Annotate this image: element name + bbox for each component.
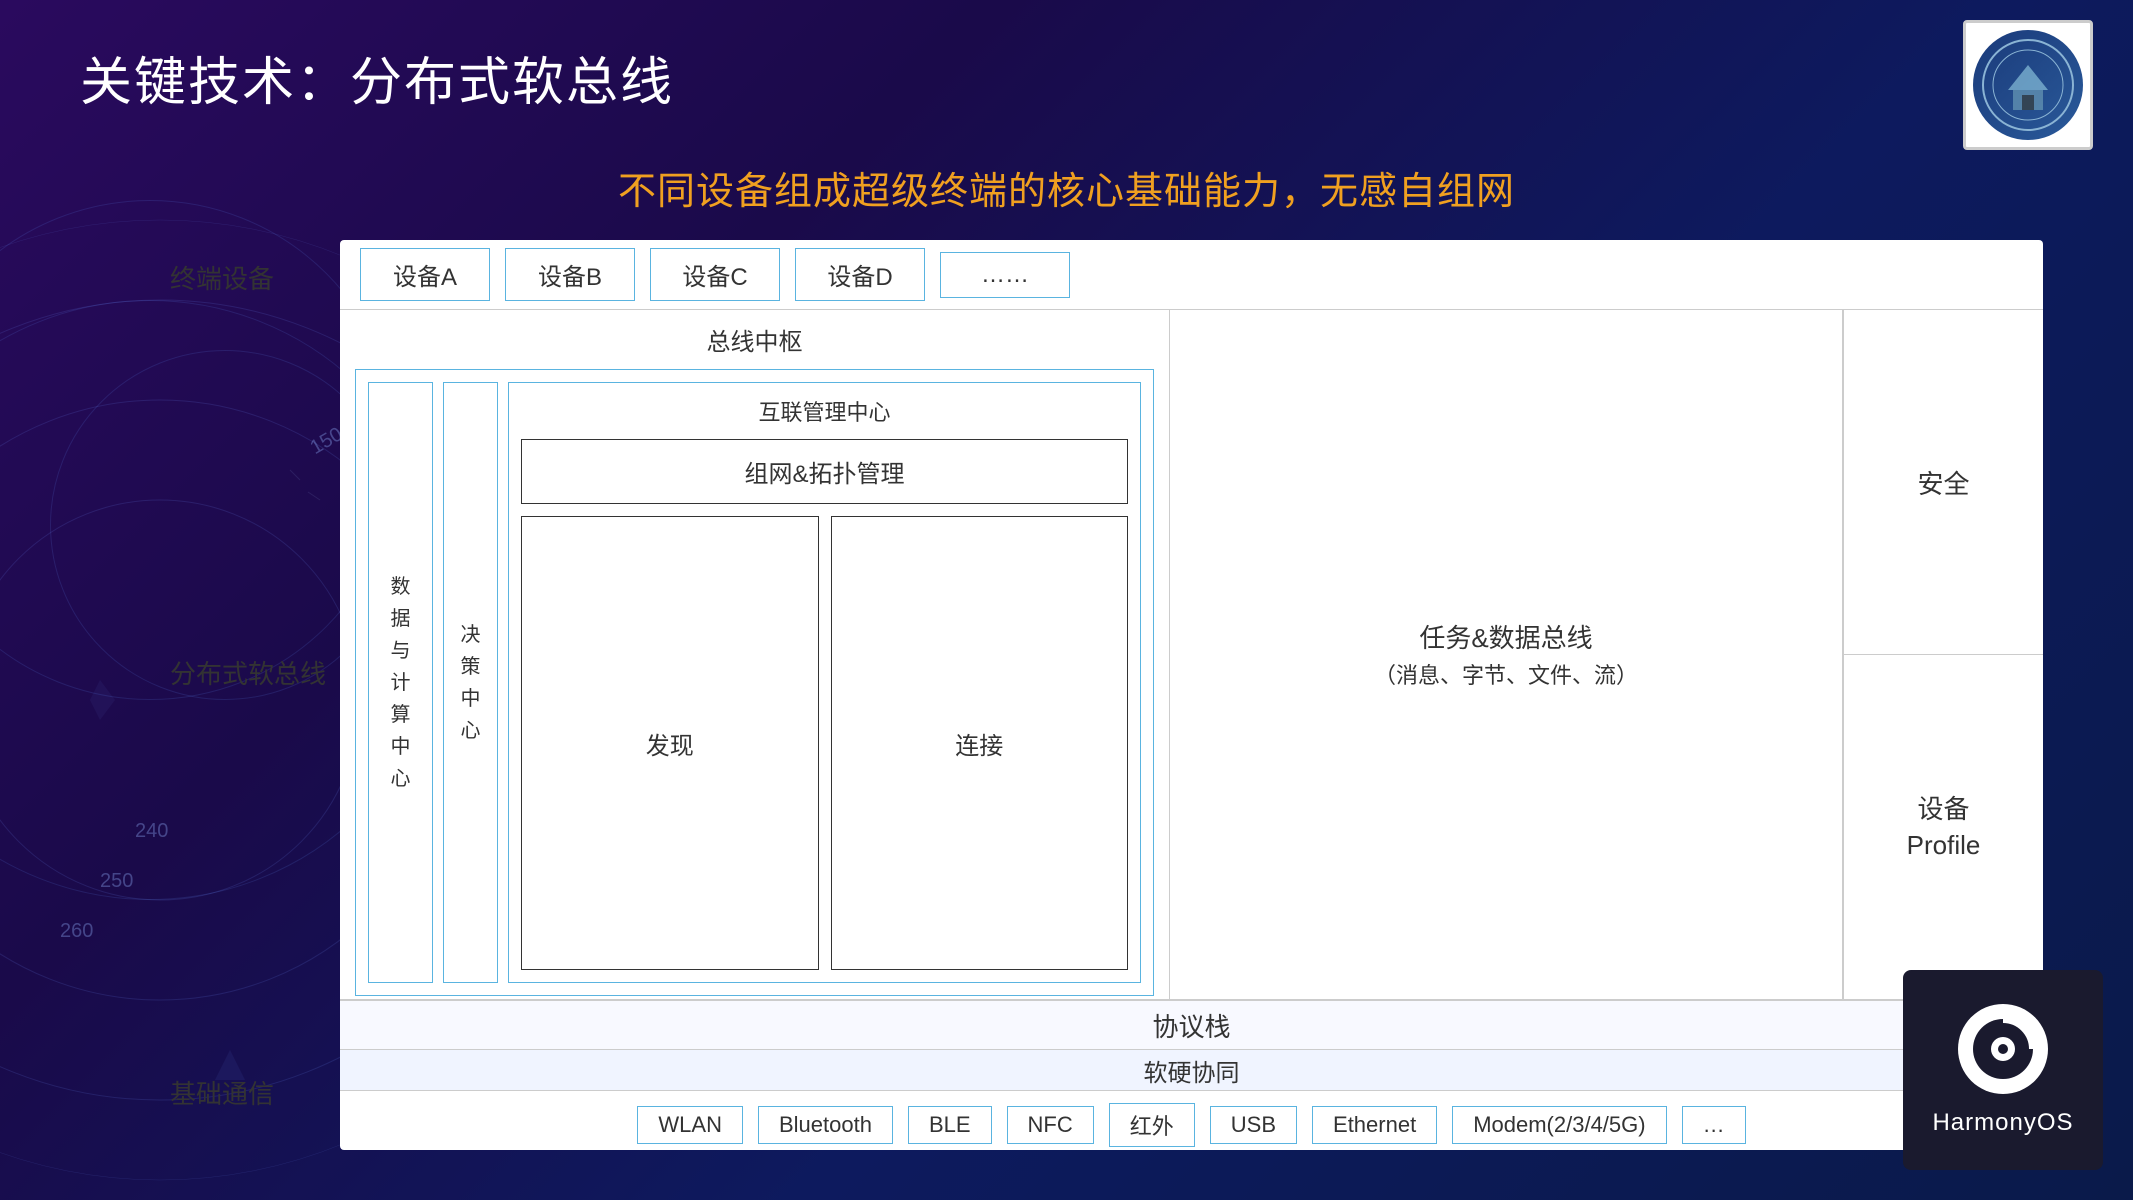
topo-box: 组网&拓扑管理 <box>521 439 1128 504</box>
device-b: 设备B <box>505 248 635 301</box>
protocol-stack-row: 协议栈 <box>340 1000 2043 1050</box>
interconnect-title: 互联管理中心 <box>521 395 1128 427</box>
tech-nfc: NFC <box>1007 1106 1094 1144</box>
scale-mark-250: 250 <box>100 870 133 893</box>
interconnect-section: 互联管理中心 组网&拓扑管理 发现 连接 <box>508 382 1141 983</box>
task-bus-section: 任务&数据总线 （消息、字节、文件、流） <box>1170 310 1843 999</box>
tech-ethernet: Ethernet <box>1312 1106 1437 1144</box>
main-diagram: 终端设备 分布式软总线 基础通信 设备A 设备B 设备C 设备D …… 总线中枢… <box>340 240 2043 1150</box>
tech-ble: BLE <box>908 1106 992 1144</box>
tech-modem: Modem(2/3/4/5G) <box>1452 1106 1666 1144</box>
bus-blocks: 数据与计算中心 决策中心 互联管理中心 组网&拓扑管理 发现 连接 <box>368 382 1141 983</box>
decision-block: 决策中心 <box>443 382 498 983</box>
connect-box: 连接 <box>831 516 1129 970</box>
label-terminal: 终端设备 <box>170 240 330 310</box>
label-basic-comm: 基础通信 <box>170 1035 330 1150</box>
page-title: 关键技术：分布式软总线 <box>80 40 674 115</box>
device-more: …… <box>940 252 1070 298</box>
task-bus-subtitle: （消息、字节、文件、流） <box>1374 658 1638 690</box>
security-section: 安全 <box>1844 310 2043 655</box>
tech-usb: USB <box>1210 1106 1297 1144</box>
left-labels: 终端设备 分布式软总线 基础通信 <box>170 240 330 1150</box>
tech-infrared: 红外 <box>1109 1103 1195 1147</box>
harmonyos-label: HarmonyOS <box>1932 1109 2073 1137</box>
tech-more: … <box>1682 1106 1746 1144</box>
label-soft-bus: 分布式软总线 <box>170 310 330 1035</box>
bus-hub-title: 总线中枢 <box>355 322 1154 357</box>
profile-section: 设备Profile <box>1844 655 2043 999</box>
discovery-connect-row: 发现 连接 <box>521 516 1128 970</box>
discovery-box: 发现 <box>521 516 819 970</box>
devices-row: 设备A 设备B 设备C 设备D …… <box>340 240 2043 310</box>
subtitle: 不同设备组成超级终端的核心基础能力，无感自组网 <box>0 160 2133 215</box>
tech-bluetooth: Bluetooth <box>758 1106 893 1144</box>
logo-circle <box>1973 30 2083 140</box>
task-bus-title: 任务&数据总线 <box>1419 619 1592 658</box>
device-a: 设备A <box>360 248 490 301</box>
logo-svg <box>1978 35 2078 135</box>
scale-mark-260: 260 <box>60 920 93 943</box>
harmony-svg <box>1958 1004 2048 1094</box>
tech-row: WLAN Bluetooth BLE NFC 红外 USB Ethernet M… <box>622 1099 1760 1150</box>
right-sections: 安全 设备Profile <box>1843 310 2043 999</box>
tech-wlan: WLAN <box>637 1106 743 1144</box>
data-center-block: 数据与计算中心 <box>368 382 433 983</box>
content-area: 总线中枢 数据与计算中心 决策中心 互联管理中心 组网&拓扑管理 <box>340 310 2043 1000</box>
top-right-logo <box>1963 20 2093 150</box>
device-d: 设备D <box>795 248 925 301</box>
harmony-circle <box>1958 1004 2048 1094</box>
basic-comm-section: 软硬协同 WLAN Bluetooth BLE NFC 红外 USB Ether… <box>340 1050 2043 1150</box>
harmonyos-logo: HarmonyOS <box>1903 970 2103 1170</box>
soft-hard-row: 软硬协同 <box>340 1050 2043 1091</box>
device-c: 设备C <box>650 248 780 301</box>
bus-hub-section: 总线中枢 数据与计算中心 决策中心 互联管理中心 组网&拓扑管理 <box>340 310 1170 999</box>
scale-mark-240: 240 <box>135 820 168 843</box>
bus-inner: 数据与计算中心 决策中心 互联管理中心 组网&拓扑管理 发现 连接 <box>355 369 1154 996</box>
